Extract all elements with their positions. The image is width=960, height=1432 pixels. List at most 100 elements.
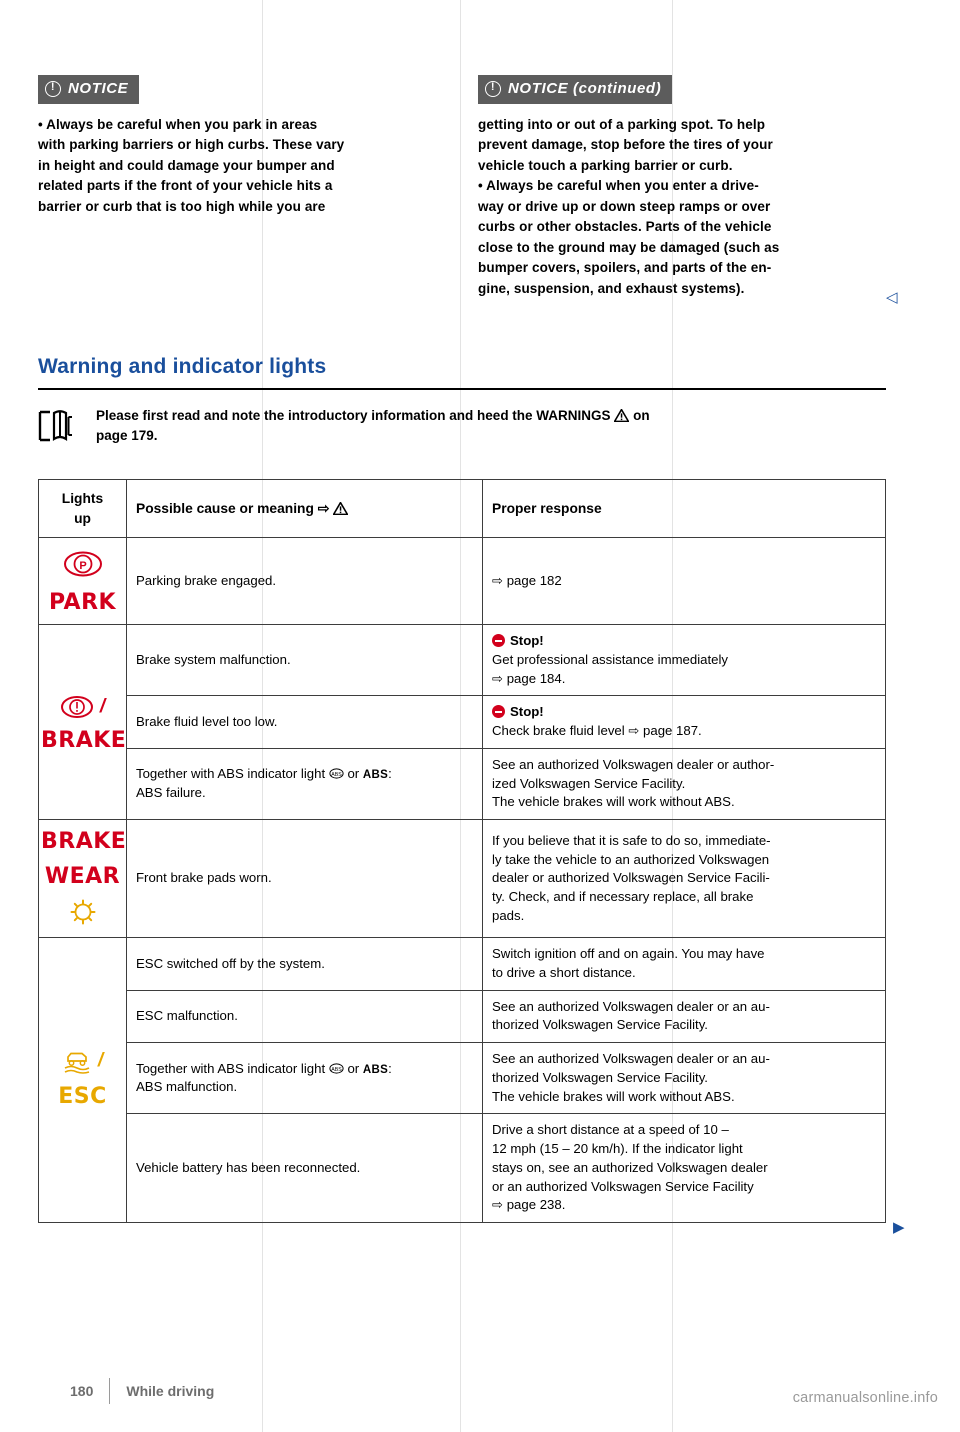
- response-line: ⇨ page 238.: [492, 1197, 566, 1213]
- symbol-brake-wear-line1: BRAKE: [41, 829, 127, 854]
- response-line: ⇨ page 184.: [492, 670, 566, 686]
- intro-note: Please first read and note the introduct…: [38, 406, 886, 447]
- park-brake-icon: P: [41, 551, 124, 583]
- cause-text-mid: or: [347, 766, 360, 782]
- response-line: or an authorized Volkswagen Service Faci…: [492, 1178, 754, 1194]
- response-line: dealer or authorized Volkswagen Service …: [492, 870, 770, 886]
- watermark: carmanualsonline.info: [792, 1390, 938, 1406]
- cause-text-mid: or: [347, 1060, 360, 1076]
- notice-right-line: curbs or other obstacles. Parts of the v…: [478, 219, 772, 235]
- response-line: thorized Volkswagen Service Facility.: [492, 1017, 708, 1033]
- abs-text: ABS: [362, 1063, 389, 1076]
- cause-text-post: :: [388, 766, 392, 782]
- slash-separator: /: [97, 1050, 104, 1071]
- notice-left-body: • Always be careful when you park in are…: [38, 115, 442, 218]
- title-divider: [38, 388, 886, 390]
- intro-text: Please first read and note the introduct…: [96, 406, 650, 447]
- response-battery-reconnected: Drive a short distance at a speed of 10 …: [482, 1113, 886, 1224]
- response-line: See an authorized Volkswagen dealer or a…: [492, 756, 775, 772]
- notice-left-line: related parts if the front of your vehic…: [38, 178, 333, 194]
- response-abs-failure: See an authorized Volkswagen dealer or a…: [482, 747, 886, 821]
- continuation-arrow-right: ▶: [893, 1219, 905, 1236]
- exclamation-icon: [45, 80, 61, 98]
- svg-text:ABS: ABS: [331, 1067, 342, 1073]
- cause-abs-malfunction: Together with ABS indicator light ABS or…: [126, 1042, 483, 1115]
- read-manual-icon: [38, 409, 82, 443]
- intro-line-1: Please first read and note the introduct…: [96, 408, 611, 423]
- intro-line-1-end: on: [633, 408, 650, 423]
- symbol-park-label: PARK: [48, 589, 117, 615]
- table-row: Brake fluid level too low. Stop! Check b…: [39, 695, 886, 749]
- header-cause-label: Possible cause or meaning ⇨: [136, 500, 330, 516]
- header-cause: Possible cause or meaning ⇨: [126, 478, 483, 539]
- notice-right-line: getting into or out of a parking spot. T…: [478, 116, 766, 132]
- notice-left: NOTICE • Always be careful when you park…: [38, 75, 442, 217]
- response-line: thorized Volkswagen Service Facility.: [492, 1069, 708, 1085]
- cause-abs-failure: Together with ABS indicator light ABS or…: [126, 747, 483, 821]
- symbol-brake: / BRAKE: [38, 624, 127, 820]
- esc-symbol-row: /: [41, 1048, 124, 1075]
- notice-right-line: • Always be careful when you enter a dri…: [478, 178, 759, 194]
- table-row: Together with ABS indicator light ABS or…: [39, 1042, 886, 1115]
- symbol-brake-wear: BRAKE WEAR: [38, 818, 127, 939]
- response-line: ized Volkswagen Service Facility.: [492, 775, 686, 791]
- svg-text:P: P: [79, 560, 86, 572]
- abs-lamp-icon: ABS: [329, 1061, 344, 1074]
- response-parking-brake: ⇨ page 182: [482, 537, 886, 626]
- cause-line: Together with ABS indicator light ABS or…: [136, 765, 473, 784]
- notice-left-line: with parking barriers or high curbs. The…: [38, 137, 345, 153]
- notice-left-header: NOTICE: [38, 75, 140, 104]
- response-line: Get professional assistance immediately: [492, 651, 729, 667]
- cause-text-post: :: [388, 1060, 392, 1076]
- response-abs-malfunction: See an authorized Volkswagen dealer or a…: [482, 1042, 886, 1115]
- abs-lamp-icon: ABS: [329, 766, 344, 779]
- notice-left-header-label: NOTICE: [68, 80, 129, 97]
- warning-triangle-icon: [333, 501, 349, 515]
- response-esc-malfunction: See an authorized Volkswagen dealer or a…: [482, 989, 886, 1044]
- table-row: Vehicle battery has been reconnected. Dr…: [39, 1113, 886, 1224]
- symbol-brake-label: BRAKE: [41, 727, 127, 753]
- symbol-esc-label: ESC: [58, 1083, 107, 1109]
- exclamation-icon: [485, 80, 501, 98]
- cause-line-2: ABS malfunction.: [136, 1079, 238, 1095]
- header-lights-line2: up: [74, 510, 91, 526]
- response-line: See an authorized Volkswagen dealer or a…: [492, 1051, 770, 1067]
- response-line: 12 mph (15 – 20 km/h). If the indicator …: [492, 1141, 743, 1157]
- header-lights: Lights up: [38, 478, 127, 539]
- cause-text-pre: Together with ABS indicator light: [136, 1060, 326, 1076]
- warning-lights-table: Lights up Possible cause or meaning ⇨ Pr…: [38, 478, 886, 1224]
- response-line: ty. Check, and if necessary replace, all…: [492, 888, 754, 904]
- brake-pad-wear-icon: [41, 899, 124, 931]
- table-row: Together with ABS indicator light ABS or…: [39, 747, 886, 821]
- abs-text: ABS: [362, 769, 389, 782]
- table-row: / ESC ESC switched off by the system. Sw…: [38, 937, 886, 1224]
- symbol-park: P PARK: [38, 537, 127, 626]
- chapter-name: While driving: [126, 1383, 215, 1399]
- response-line: Drive a short distance at a speed of 10 …: [492, 1122, 729, 1138]
- table-row: / BRAKE Brake system malfunction. Stop! …: [38, 624, 886, 820]
- notice-left-line: in height and could damage your bumper a…: [38, 157, 335, 173]
- table-row: P PARK Parking brake engaged. ⇨ page 182: [38, 537, 886, 626]
- intro-line-2: page 179.: [96, 428, 158, 444]
- notice-right-line: vehicle touch a parking barrier or curb.: [478, 157, 733, 173]
- notice-left-line: • Always be careful when you park in are…: [38, 116, 318, 132]
- notice-right-line: close to the ground may be damaged (such…: [478, 239, 780, 255]
- cause-brake-fluid: Brake fluid level too low.: [126, 695, 483, 749]
- cause-line-2: ABS failure.: [136, 784, 206, 800]
- table-row: ESC malfunction. See an authorized Volks…: [39, 989, 886, 1044]
- response-brake-fluid: Stop! Check brake fluid level ⇨ page 187…: [482, 695, 886, 749]
- stop-icon: [492, 705, 505, 719]
- continuation-arrow-left: ◁: [886, 289, 898, 306]
- cause-brake-pads-worn: Front brake pads worn.: [126, 818, 483, 939]
- response-line: ly take the vehicle to an authorized Vol…: [492, 851, 770, 867]
- stop-label: Stop!: [492, 703, 876, 722]
- page-number: 180: [70, 1383, 94, 1399]
- notice-right-body: getting into or out of a parking spot. T…: [478, 115, 882, 300]
- header-lights-line1: Lights: [61, 491, 104, 506]
- esc-car-skid-icon: [64, 1053, 90, 1075]
- response-line: The vehicle brakes will work without ABS…: [492, 794, 735, 810]
- symbol-esc: / ESC: [38, 937, 127, 1224]
- brake-circle-icon: [60, 696, 93, 719]
- response-brake-malfunction: Stop! Get professional assistance immedi…: [482, 624, 886, 697]
- stop-label: Stop!: [492, 632, 876, 651]
